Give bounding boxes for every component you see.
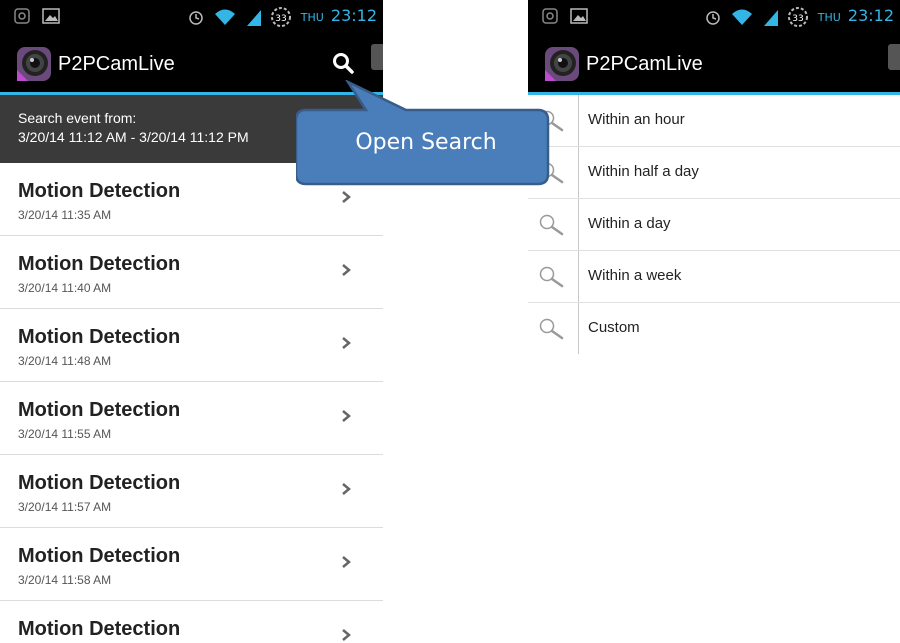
event-title: Motion Detection bbox=[18, 180, 181, 202]
svg-text:33: 33 bbox=[792, 14, 803, 24]
chevron-right-icon bbox=[342, 191, 351, 203]
event-title: Motion Detection bbox=[18, 618, 181, 640]
event-time: 3/20/14 11:48 AM bbox=[18, 354, 112, 368]
status-time: 23:12 bbox=[330, 6, 377, 25]
search-range-value: 3/20/14 11:12 AM - 3/20/14 11:12 PM bbox=[18, 129, 249, 145]
alarm-icon bbox=[706, 10, 721, 25]
search-option-label: Custom bbox=[588, 319, 640, 336]
search-option-half-day[interactable]: Within half a day bbox=[528, 147, 900, 199]
status-bar: 33 THU 23:12 bbox=[528, 0, 900, 34]
menu-divider bbox=[578, 251, 579, 302]
app-camera-icon[interactable] bbox=[16, 46, 52, 82]
menu-divider bbox=[578, 303, 579, 354]
event-row[interactable]: Motion Detection 3/20/14 11:58 AM bbox=[0, 528, 383, 601]
search-option-label: Within an hour bbox=[588, 111, 685, 128]
event-list: Motion Detection 3/20/14 11:35 AM Motion… bbox=[0, 163, 383, 643]
search-menu-list: Within an hour Within half a day Within … bbox=[528, 95, 900, 354]
event-time: 3/20/14 11:55 AM bbox=[18, 427, 112, 441]
event-row[interactable]: Motion Detection 3/20/14 11:48 AM bbox=[0, 309, 383, 382]
event-row[interactable]: Motion Detection bbox=[0, 601, 383, 643]
chevron-right-icon bbox=[342, 556, 351, 568]
event-time: 3/20/14 11:40 AM bbox=[18, 281, 112, 295]
callout-text: Open Search bbox=[355, 130, 497, 155]
search-option-day[interactable]: Within a day bbox=[528, 199, 900, 251]
event-time: 3/20/14 11:58 AM bbox=[18, 573, 112, 587]
menu-divider bbox=[578, 95, 579, 146]
alarm-icon bbox=[189, 10, 204, 25]
action-bar: P2PCamLive bbox=[528, 34, 900, 95]
status-bar: 33 THU 23:12 bbox=[0, 0, 383, 34]
app-camera-icon[interactable] bbox=[544, 46, 580, 82]
event-title: Motion Detection bbox=[18, 253, 181, 275]
search-icon[interactable] bbox=[331, 51, 355, 75]
search-option-label: Within a day bbox=[588, 215, 671, 232]
search-option-label: Within half a day bbox=[588, 163, 699, 180]
wifi-icon bbox=[732, 9, 753, 25]
overflow-tab[interactable] bbox=[888, 44, 900, 70]
status-day: THU bbox=[817, 11, 841, 24]
search-menu-screen: 33 THU 23:12 P2PCamLive Within an hour W… bbox=[528, 0, 900, 643]
event-row[interactable]: Motion Detection 3/20/14 11:55 AM bbox=[0, 382, 383, 455]
event-time: 3/20/14 11:35 AM bbox=[18, 208, 112, 222]
chevron-right-icon bbox=[342, 264, 351, 276]
app-title: P2PCamLive bbox=[586, 53, 703, 75]
event-row[interactable]: Motion Detection 3/20/14 11:40 AM bbox=[0, 236, 383, 309]
event-title: Motion Detection bbox=[18, 472, 181, 494]
app-title: P2PCamLive bbox=[58, 53, 175, 75]
event-title: Motion Detection bbox=[18, 399, 181, 421]
search-option-hour[interactable]: Within an hour bbox=[528, 95, 900, 147]
chevron-right-icon bbox=[342, 483, 351, 495]
notification-icon bbox=[14, 8, 30, 29]
wifi-icon bbox=[215, 9, 236, 25]
menu-divider bbox=[578, 199, 579, 250]
search-option-label: Within a week bbox=[588, 267, 682, 284]
chevron-right-icon bbox=[342, 410, 351, 422]
signal-icon bbox=[246, 9, 261, 26]
event-time: 3/20/14 11:57 AM bbox=[18, 500, 112, 514]
search-icon bbox=[539, 214, 564, 236]
event-title: Motion Detection bbox=[18, 326, 181, 348]
notification-icon bbox=[542, 8, 558, 29]
svg-text:33: 33 bbox=[275, 14, 286, 24]
status-day: THU bbox=[300, 11, 324, 24]
chevron-right-icon bbox=[342, 337, 351, 349]
chevron-right-icon bbox=[342, 629, 351, 641]
search-range-label: Search event from: bbox=[18, 110, 137, 126]
gallery-icon bbox=[570, 8, 589, 29]
search-option-week[interactable]: Within a week bbox=[528, 251, 900, 303]
menu-divider bbox=[578, 147, 579, 198]
search-icon bbox=[539, 266, 564, 288]
event-row[interactable]: Motion Detection 3/20/14 11:57 AM bbox=[0, 455, 383, 528]
open-search-callout: Open Search bbox=[296, 80, 566, 190]
gallery-icon bbox=[42, 8, 61, 29]
search-icon bbox=[539, 318, 564, 340]
event-title: Motion Detection bbox=[18, 545, 181, 567]
battery-icon: 33 bbox=[270, 6, 291, 27]
signal-icon bbox=[763, 9, 778, 26]
overflow-tab[interactable] bbox=[371, 44, 383, 70]
status-time: 23:12 bbox=[847, 6, 894, 25]
battery-icon: 33 bbox=[787, 6, 808, 27]
search-option-custom[interactable]: Custom bbox=[528, 303, 900, 354]
